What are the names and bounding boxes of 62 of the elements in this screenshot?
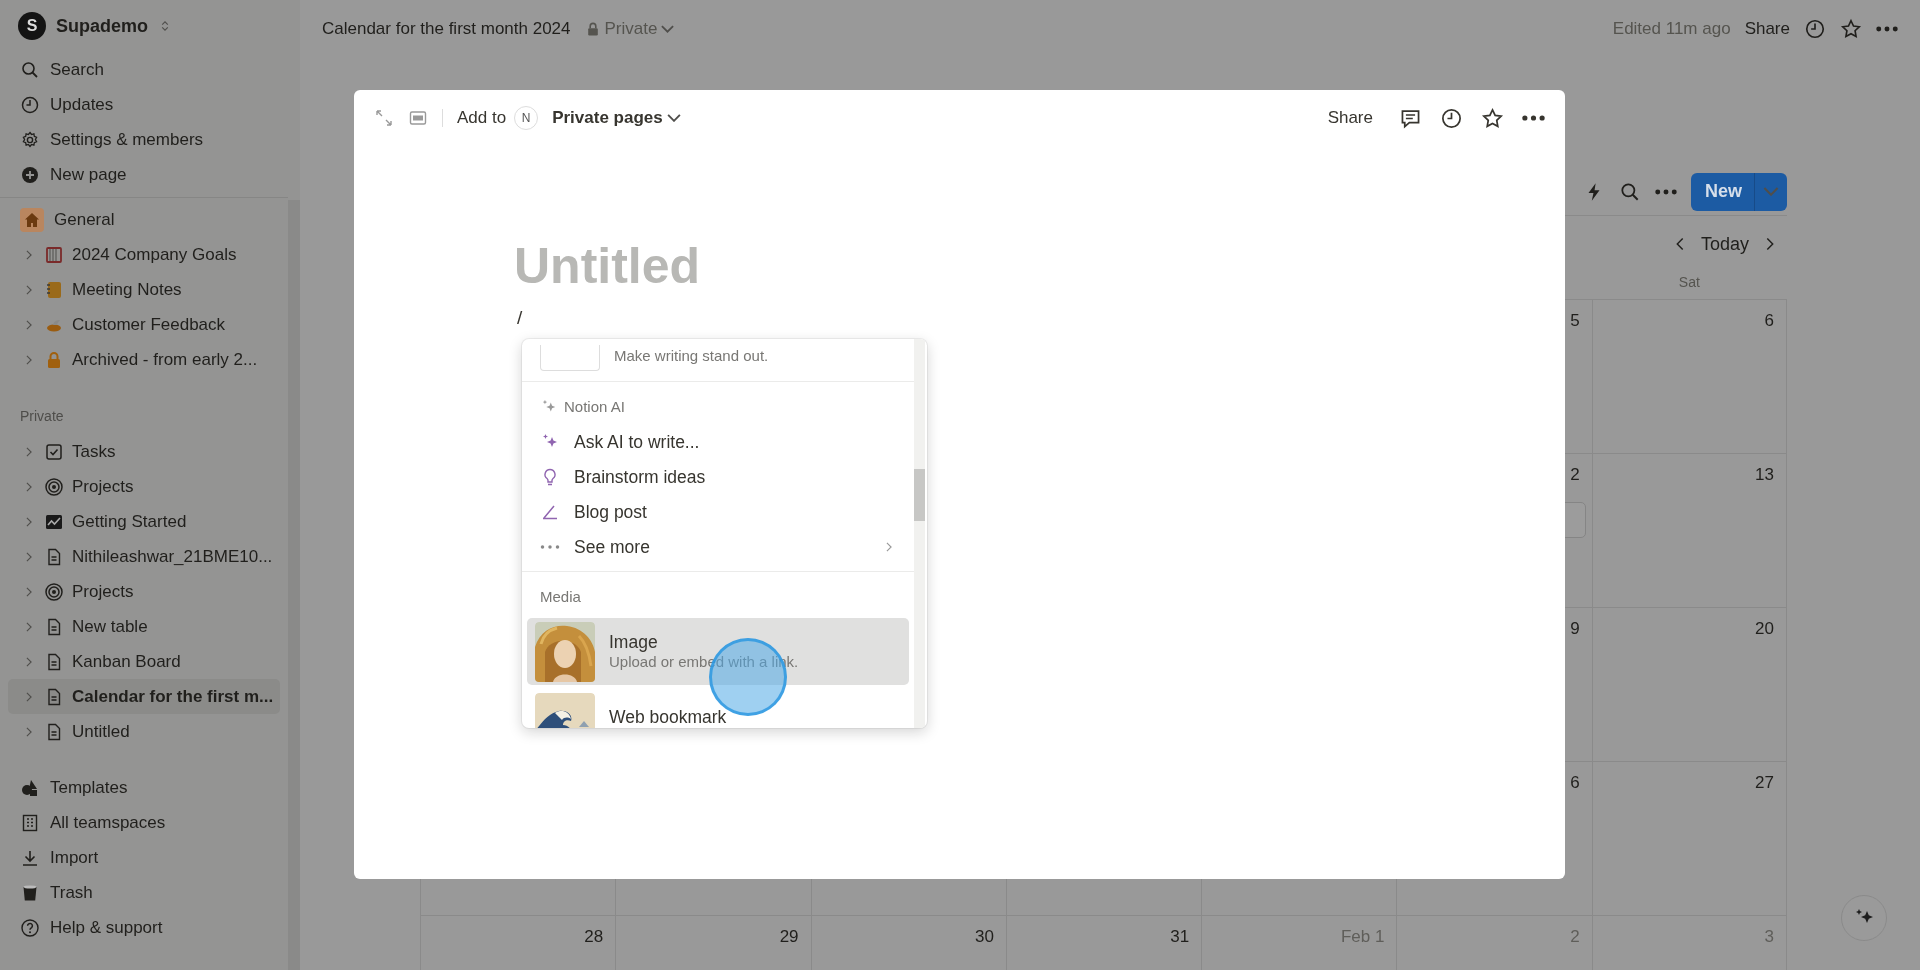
sidebar-item[interactable]: New table bbox=[0, 609, 288, 644]
menu-item[interactable]: Brainstorm ideas bbox=[522, 459, 914, 495]
workspace-logo: S bbox=[18, 12, 46, 40]
sidebar-item[interactable]: Search bbox=[0, 52, 288, 87]
weekday-label: Sat bbox=[1677, 273, 1701, 292]
workspace-name: Supademo bbox=[56, 14, 148, 38]
day-number: 31 bbox=[1170, 926, 1190, 948]
sidebar-item[interactable]: Calendar for the first m... bbox=[8, 679, 280, 714]
today-button[interactable]: Today bbox=[1700, 230, 1749, 258]
section-heading: Media bbox=[540, 586, 581, 607]
sidebar-item[interactable]: Trash bbox=[0, 875, 288, 910]
sidebar-item[interactable]: Settings & members bbox=[0, 122, 288, 157]
section-heading: Private bbox=[19, 407, 65, 426]
location-dropdown[interactable]: Private pages bbox=[552, 105, 681, 131]
share-button[interactable]: Share bbox=[1744, 16, 1790, 42]
share-button[interactable]: Share bbox=[1327, 105, 1373, 131]
item-label: Image bbox=[609, 632, 659, 653]
day-number: 9 bbox=[1570, 618, 1580, 640]
day-number: 6 bbox=[1570, 772, 1580, 794]
day-number: Feb 1 bbox=[1340, 926, 1385, 948]
sidebar-item[interactable]: Import bbox=[0, 840, 288, 875]
day-number: 20 bbox=[1755, 618, 1774, 640]
day-number: 13 bbox=[1755, 464, 1774, 486]
menu-item[interactable]: Web bookmark bbox=[527, 689, 909, 728]
sidebar-item[interactable]: 2024 Company Goals bbox=[0, 237, 288, 272]
edited-time: Edited 11m ago bbox=[1612, 18, 1731, 41]
sidebar-item[interactable]: Nithileashwar_21BME10... bbox=[0, 539, 288, 574]
sidebar-item[interactable]: Templates bbox=[0, 770, 288, 805]
editor-text[interactable]: / bbox=[354, 296, 1565, 333]
sidebar-item[interactable]: New page bbox=[0, 157, 288, 192]
section-heading: Notion AI bbox=[564, 397, 625, 417]
page-title[interactable]: Calendar for the first month 2024 bbox=[322, 16, 571, 42]
sidebar-item[interactable]: Archived - from early 2... bbox=[0, 342, 288, 377]
item-label: Web bookmark bbox=[609, 707, 727, 728]
sidebar-item[interactable]: Updates bbox=[0, 87, 288, 122]
day-number: 29 bbox=[779, 926, 799, 948]
add-to-label: Add to bbox=[457, 107, 507, 130]
sidebar-item[interactable]: Projects bbox=[0, 469, 288, 504]
day-number: 2 bbox=[1570, 926, 1580, 948]
sidebar-item[interactable]: Untitled bbox=[0, 714, 288, 749]
menu-item[interactable]: See more bbox=[522, 529, 914, 565]
day-number: 2 bbox=[1570, 464, 1580, 486]
item-description: Make writing stand out. bbox=[614, 346, 769, 366]
sidebar-item[interactable]: Customer Feedback bbox=[0, 307, 288, 342]
sidebar-item[interactable]: All teamspaces bbox=[0, 805, 288, 840]
day-number: 5 bbox=[1570, 310, 1580, 332]
menu-item[interactable]: Ask AI to write... bbox=[522, 424, 914, 460]
menu-item[interactable]: Blog post bbox=[522, 494, 914, 530]
day-number: 30 bbox=[974, 926, 994, 948]
sidebar-item[interactable]: Meeting Notes bbox=[0, 272, 288, 307]
sidebar-item[interactable]: Getting Started bbox=[0, 504, 288, 539]
day-number: 27 bbox=[1755, 772, 1774, 794]
day-number: 6 bbox=[1764, 310, 1774, 332]
workspace-switcher[interactable]: S Supademo bbox=[0, 0, 288, 52]
sidebar-item[interactable]: Tasks bbox=[0, 434, 288, 469]
day-number: 3 bbox=[1764, 926, 1774, 948]
sidebar-item[interactable]: Kanban Board bbox=[0, 644, 288, 679]
new-button[interactable]: New bbox=[1691, 172, 1787, 211]
sidebar-item[interactable]: Projects bbox=[0, 574, 288, 609]
sidebar-item[interactable]: Help & support bbox=[0, 910, 288, 945]
sidebar-item[interactable]: General bbox=[0, 202, 288, 237]
day-number: 28 bbox=[584, 926, 604, 948]
